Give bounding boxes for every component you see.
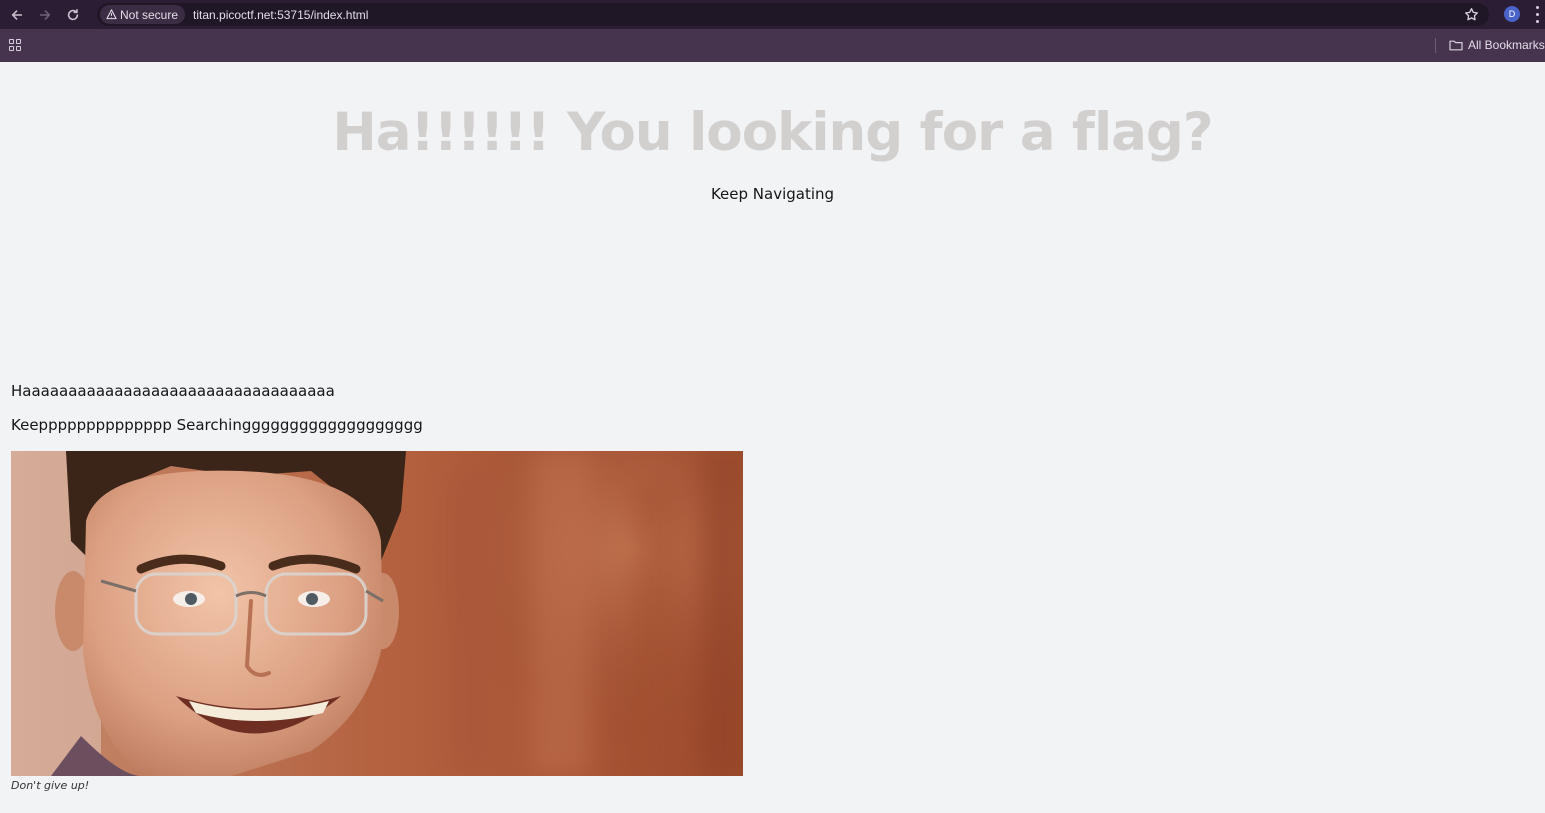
warning-icon <box>106 9 117 20</box>
url-text: titan.picoctf.net:53715/index.html <box>193 7 369 22</box>
bookmarks-divider <box>1435 38 1436 53</box>
menu-dot <box>1535 20 1539 23</box>
forward-button[interactable] <box>31 0 59 29</box>
security-label: Not secure <box>120 7 179 22</box>
all-bookmarks-button[interactable]: All Bookmarks <box>1449 38 1545 52</box>
page-heading: Ha!!!!!! You looking for a flag? <box>332 102 1213 163</box>
bookmarks-bar: All Bookmarks <box>0 29 1545 62</box>
apps-grid-icon[interactable] <box>9 39 21 51</box>
profile-initial: D <box>1508 9 1516 19</box>
menu-dot <box>1535 13 1539 16</box>
photo-illustration <box>11 451 743 776</box>
arrow-left-icon <box>11 9 23 20</box>
browser-toolbar: Not secure titan.picoctf.net:53715/index… <box>0 0 1545 29</box>
menu-dot <box>1535 6 1539 9</box>
all-bookmarks-label: All Bookmarks <box>1468 38 1545 52</box>
profile-avatar[interactable]: D <box>1504 6 1520 22</box>
address-bar[interactable]: Not secure titan.picoctf.net:53715/index… <box>97 3 1489 26</box>
back-button[interactable] <box>3 0 31 29</box>
bookmark-star-icon[interactable] <box>1464 7 1479 22</box>
image-caption: Don't give up! <box>11 779 90 792</box>
arrow-right-icon <box>39 9 51 20</box>
browser-menu-button[interactable] <box>1534 6 1540 23</box>
page-subheading: Keep Navigating <box>710 185 835 203</box>
paragraph-haaa: Haaaaaaaaaaaaaaaaaaaaaaaaaaaaaaaaaa <box>11 382 335 400</box>
reload-icon <box>67 8 79 20</box>
paragraph-keep-searching: Keepppppppppppppp Searchingggggggggggggg… <box>11 416 423 434</box>
smiling-man-photo <box>11 451 743 776</box>
security-indicator[interactable]: Not secure <box>100 5 186 24</box>
folder-icon <box>1449 40 1463 51</box>
reload-button[interactable] <box>59 0 87 29</box>
